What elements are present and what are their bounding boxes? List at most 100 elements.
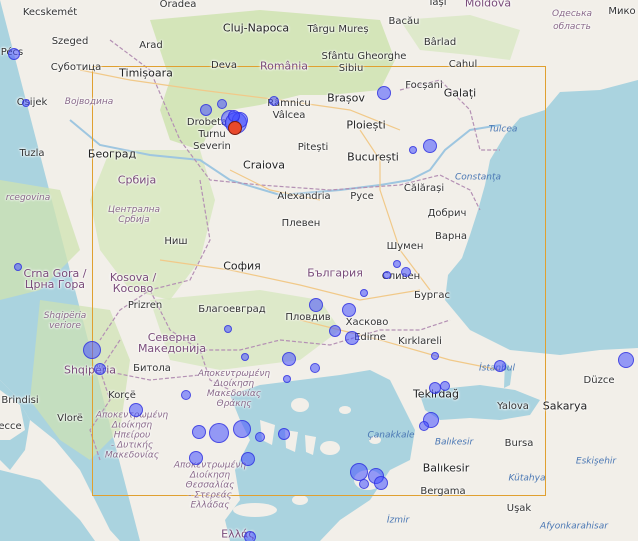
event-marker[interactable] [423, 139, 437, 153]
event-marker[interactable] [329, 325, 341, 337]
event-marker[interactable] [83, 341, 101, 359]
label-romania: România [259, 59, 309, 73]
label-sfantu: Sfântu Gheorghe [321, 51, 407, 62]
event-marker[interactable] [310, 363, 320, 373]
label-tulcea: Tulcea [488, 124, 518, 135]
event-marker[interactable] [409, 146, 417, 154]
event-marker[interactable] [181, 390, 191, 400]
event-marker[interactable] [8, 48, 20, 60]
event-marker[interactable] [494, 360, 506, 372]
label-turnu: Turnu [198, 129, 226, 140]
label-vlore: Vlorë [57, 413, 83, 424]
label-focsani: Focșani [405, 80, 443, 91]
label-alexandria: Alexandria [277, 191, 331, 202]
label-canakkale: Çanakkale [367, 430, 415, 441]
main-event-marker[interactable] [228, 121, 242, 135]
label-epirus: Αποκεντρωμένη Διοίκηση Ηπείρου - Δυτικής… [96, 410, 168, 460]
label-dobrich: Добрич [427, 208, 467, 219]
event-marker[interactable] [440, 381, 450, 391]
label-nis: Ниш [164, 236, 188, 247]
label-bergama: Bergama [420, 486, 466, 497]
label-odesa: Одеська [551, 9, 593, 20]
label-sakarya: Sakarya [542, 399, 588, 413]
label-brindisi: Brindisi [1, 395, 39, 406]
event-marker[interactable] [282, 352, 296, 366]
label-deva: Deva [211, 60, 237, 71]
label-kecskemet: Kecskemét [22, 7, 78, 18]
event-marker[interactable] [200, 104, 212, 116]
event-marker[interactable] [401, 267, 411, 277]
event-marker[interactable] [374, 476, 388, 490]
map-view[interactable]: Kecskemét Oradea Cluj-Napoca Târgu Mureș… [0, 0, 638, 541]
event-marker[interactable] [618, 352, 634, 368]
label-duzce: Düzce [583, 375, 615, 386]
event-marker[interactable] [431, 352, 439, 360]
label-cluj: Cluj-Napoca [222, 21, 290, 35]
event-marker[interactable] [224, 325, 232, 333]
event-marker[interactable] [129, 403, 143, 417]
label-cahul: Cahul [448, 59, 478, 70]
event-marker[interactable] [241, 353, 249, 361]
label-kutahya: Kütahya [508, 473, 546, 484]
label-izmir: İzmir [386, 515, 410, 526]
event-marker[interactable] [359, 479, 369, 489]
event-marker[interactable] [94, 363, 106, 375]
label-varna: Варна [434, 231, 468, 242]
event-marker[interactable] [233, 420, 251, 438]
label-moldova: Moldova [464, 0, 512, 10]
event-marker[interactable] [255, 432, 265, 442]
label-miko: Мико [608, 6, 636, 17]
event-marker[interactable] [360, 289, 368, 297]
event-marker[interactable] [345, 331, 359, 345]
label-srbija: Србија [117, 173, 157, 187]
event-marker[interactable] [217, 99, 227, 109]
event-marker[interactable] [393, 260, 401, 268]
label-constanta: Constanța [455, 172, 501, 183]
event-marker[interactable] [383, 271, 391, 279]
event-marker[interactable] [14, 263, 22, 271]
event-marker[interactable] [342, 303, 356, 317]
label-plovdiv: Пловдив [285, 312, 331, 323]
event-marker[interactable] [189, 451, 203, 465]
label-usak: Uşak [506, 503, 532, 514]
event-marker[interactable] [309, 298, 323, 312]
event-marker[interactable] [241, 452, 255, 466]
event-marker[interactable] [283, 375, 291, 383]
label-targu: Târgu Mureș [307, 24, 369, 35]
event-marker[interactable] [209, 423, 229, 443]
label-shqiperia-v: Shqipëria veriore [43, 311, 87, 331]
label-arad: Arad [139, 40, 163, 51]
label-beograd: Београд [87, 147, 137, 161]
label-brasov: Brașov [327, 91, 365, 105]
label-bacau: Bacău [388, 16, 420, 27]
label-prizren: Prizren [127, 300, 163, 311]
label-calarasi: Călărași [403, 183, 445, 194]
label-balikesir: Balıkesir [422, 461, 470, 475]
event-marker[interactable] [377, 86, 391, 100]
label-bursa: Bursa [504, 438, 534, 449]
label-craiova: Craiova [243, 158, 285, 172]
event-marker[interactable] [269, 96, 279, 106]
label-ruse: Русе [350, 191, 374, 202]
label-sofia: София [223, 259, 261, 273]
label-galati: Galați [443, 86, 477, 100]
label-ploiesti: Ploiești [346, 118, 386, 132]
label-pitesti: Pitești [297, 142, 329, 153]
label-vojvodina: Војводина [64, 97, 114, 108]
event-marker[interactable] [278, 428, 290, 440]
label-shqiperia: Shqipëria [63, 363, 117, 377]
label-balikesir-p: Balıkesir [434, 437, 474, 448]
label-korce: Korçë [108, 390, 136, 401]
event-marker[interactable] [244, 531, 256, 541]
label-barlad: Bârlad [423, 37, 457, 48]
label-centralna: Централна Србија [107, 205, 161, 225]
label-afyon: Afyonkarahisar [540, 521, 608, 532]
label-haskovo: Хасково [345, 317, 389, 328]
label-blagoevgrad: Благоевград [198, 304, 266, 315]
label-valcea: Vâlcea [272, 110, 306, 121]
event-marker[interactable] [419, 421, 429, 431]
label-herzegovina: rcegovina [5, 193, 51, 204]
label-sibiu: Sibiu [338, 63, 364, 74]
event-marker[interactable] [192, 425, 206, 439]
event-marker[interactable] [22, 99, 30, 107]
